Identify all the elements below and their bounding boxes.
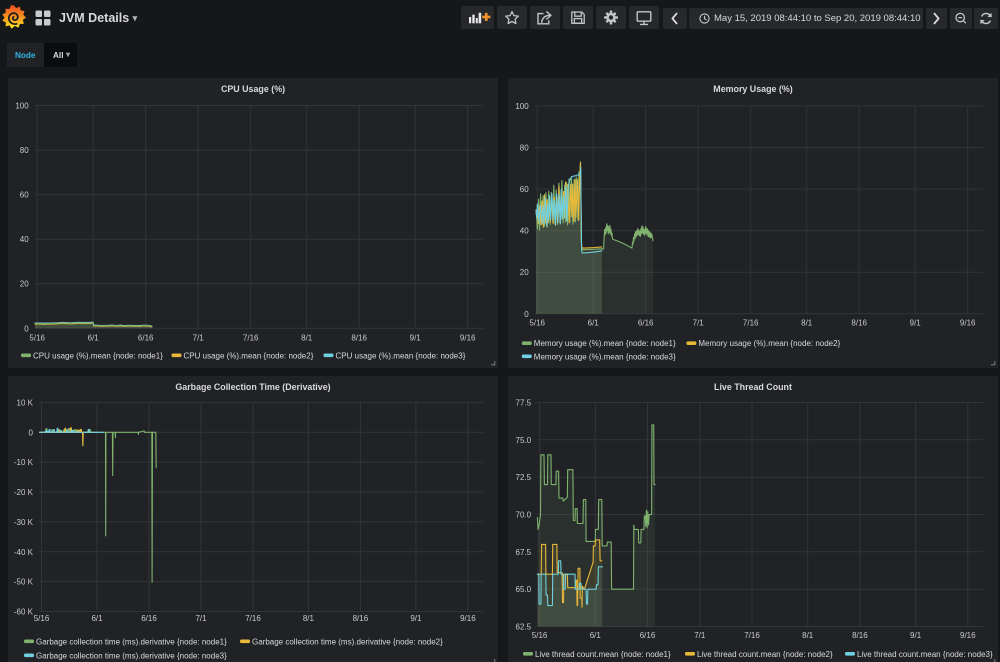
svg-text:8/16: 8/16 [353,614,369,623]
svg-text:9/16: 9/16 [960,631,976,640]
svg-text:8/1: 8/1 [801,319,813,328]
svg-text:Memory Usage (%): Memory Usage (%) [713,84,792,94]
svg-text:CPU Usage (%): CPU Usage (%) [221,84,285,94]
svg-text:-50 K: -50 K [14,578,34,587]
svg-text:7/16: 7/16 [245,614,261,623]
svg-text:65.0: 65.0 [516,585,532,594]
svg-text:6/1: 6/1 [588,319,600,328]
svg-text:5/16: 5/16 [29,333,45,342]
svg-text:67.5: 67.5 [516,548,532,557]
svg-text:Garbage collection time (ms).d: Garbage collection time (ms).derivative … [36,651,227,660]
svg-text:7/1: 7/1 [193,333,205,342]
svg-text:8/1: 8/1 [303,614,315,623]
svg-text:6/16: 6/16 [141,614,157,623]
svg-text:9/1: 9/1 [410,614,422,623]
svg-text:100: 100 [515,102,529,111]
svg-text:6/1: 6/1 [590,631,602,640]
svg-text:7/1: 7/1 [693,319,705,328]
svg-text:7/16: 7/16 [744,631,760,640]
svg-text:CPU usage (%).mean {node: node: CPU usage (%).mean {node: node1} [33,351,163,360]
svg-text:75.0: 75.0 [516,436,532,445]
svg-text:0: 0 [24,324,29,333]
svg-text:6/1: 6/1 [88,333,100,342]
svg-text:20: 20 [20,280,29,289]
svg-text:Garbage collection time (ms).d: Garbage collection time (ms).derivative … [36,637,227,646]
svg-text:0: 0 [29,428,34,437]
svg-text:5/16: 5/16 [34,614,50,623]
svg-text:8/1: 8/1 [802,631,814,640]
svg-text:20: 20 [520,268,529,277]
svg-text:Live thread count.mean {node:: Live thread count.mean {node: node2} [697,650,833,659]
svg-text:7/16: 7/16 [243,333,259,342]
svg-text:Memory usage (%).mean {node: n: Memory usage (%).mean {node: node1} [534,339,676,348]
svg-text:70.0: 70.0 [516,511,532,520]
svg-text:8/1: 8/1 [301,333,313,342]
svg-text:-20 K: -20 K [14,488,34,497]
svg-text:Garbage Collection Time (Deriv: Garbage Collection Time (Derivative) [175,382,330,392]
svg-text:9/1: 9/1 [410,333,422,342]
svg-text:8/16: 8/16 [851,319,867,328]
svg-text:62.5: 62.5 [516,623,532,632]
svg-text:9/16: 9/16 [460,614,476,623]
svg-text:9/16: 9/16 [460,333,476,342]
svg-text:100: 100 [15,102,29,111]
svg-text:Live thread count.mean {node:: Live thread count.mean {node: node3} [857,650,993,659]
svg-text:6/16: 6/16 [640,631,656,640]
svg-text:40: 40 [520,227,529,236]
svg-text:60: 60 [520,185,529,194]
svg-text:40: 40 [20,235,29,244]
svg-text:CPU usage (%).mean {node: node: CPU usage (%).mean {node: node3} [336,351,466,360]
svg-text:7/1: 7/1 [694,631,706,640]
svg-text:80: 80 [20,146,29,155]
svg-text:5/16: 5/16 [529,319,545,328]
svg-text:Garbage collection time (ms).d: Garbage collection time (ms).derivative … [252,637,443,646]
svg-text:-30 K: -30 K [14,518,34,527]
svg-text:6/16: 6/16 [138,333,154,342]
svg-text:6/1: 6/1 [91,614,103,623]
svg-text:9/1: 9/1 [910,631,922,640]
svg-text:10 K: 10 K [17,398,34,407]
svg-text:72.5: 72.5 [516,473,532,482]
svg-text:9/16: 9/16 [960,319,976,328]
svg-text:Live thread count.mean {node:: Live thread count.mean {node: node1} [535,650,671,659]
svg-text:9/1: 9/1 [910,319,922,328]
svg-text:8/16: 8/16 [351,333,367,342]
svg-text:7/1: 7/1 [195,614,207,623]
svg-text:CPU usage (%).mean {node: node: CPU usage (%).mean {node: node2} [184,351,314,360]
svg-text:5/16: 5/16 [532,631,548,640]
svg-text:0: 0 [524,310,529,319]
svg-text:Memory usage (%).mean {node: n: Memory usage (%).mean {node: node3} [534,352,676,361]
svg-text:80: 80 [520,144,529,153]
svg-text:-40 K: -40 K [14,548,34,557]
svg-text:6/16: 6/16 [638,319,654,328]
svg-text:77.5: 77.5 [516,399,532,408]
svg-text:Memory usage (%).mean {node: n: Memory usage (%).mean {node: node2} [698,339,840,348]
svg-text:Live Thread Count: Live Thread Count [714,382,792,392]
svg-text:60: 60 [20,191,29,200]
svg-text:-10 K: -10 K [14,458,34,467]
svg-text:7/16: 7/16 [743,319,759,328]
svg-text:-60 K: -60 K [14,608,34,617]
svg-text:8/16: 8/16 [852,631,868,640]
